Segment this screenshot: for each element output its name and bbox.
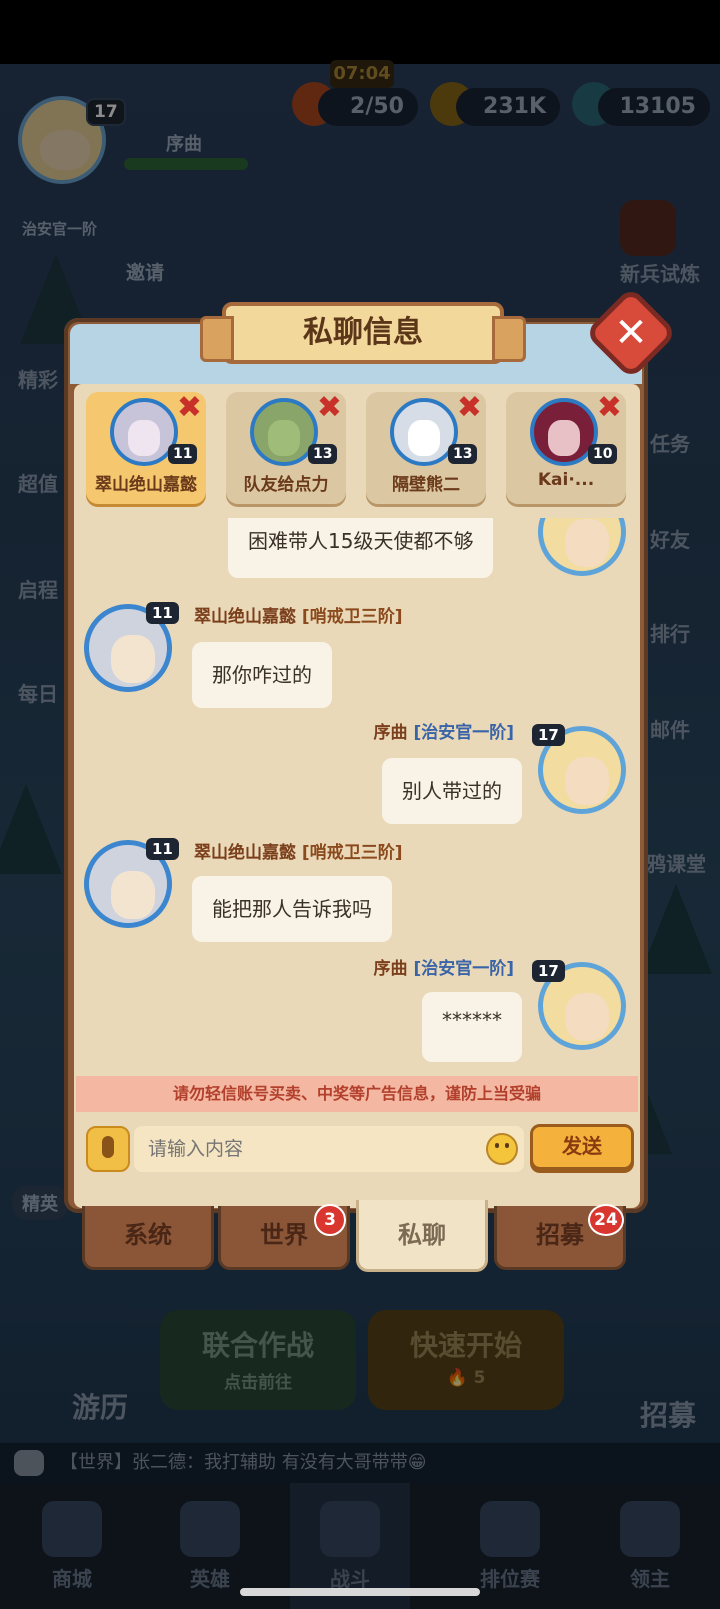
- remove-contact-icon[interactable]: ✖: [597, 390, 622, 425]
- tab-system[interactable]: 系统: [82, 1206, 214, 1270]
- emoji-icon[interactable]: [486, 1133, 518, 1165]
- home-indicator[interactable]: [240, 1588, 480, 1596]
- send-button[interactable]: 发送: [530, 1124, 634, 1170]
- world-unread-badge: 3: [314, 1204, 346, 1236]
- message-bubble: 困难带人15级天使都不够: [228, 518, 494, 578]
- sender-line: 序曲 [治安官一阶]: [373, 959, 514, 979]
- sender-line: 序曲 [治安官一阶]: [373, 723, 514, 743]
- contact-name: 翠山绝山嘉懿: [95, 475, 197, 495]
- contact-level: 10: [588, 444, 618, 464]
- sender-line: 翠山绝山嘉懿 [哨戒卫三阶]: [194, 843, 403, 863]
- contact-name: 队友给点力: [243, 475, 329, 495]
- tab-private[interactable]: 私聊: [356, 1200, 488, 1272]
- message-bubble: 别人带过的: [382, 758, 522, 824]
- contact-tab[interactable]: 11 ✖ 翠山绝山嘉懿: [86, 390, 206, 504]
- contact-name: Kai·...: [537, 470, 595, 490]
- self-avatar: [538, 518, 626, 576]
- scam-warning: 请勿轻信账号买卖、中奖等广告信息，谨防上当受骗: [76, 1076, 638, 1112]
- contact-name: 隔壁熊二: [392, 475, 460, 495]
- contact-tab[interactable]: 10 ✖ Kai·...: [506, 390, 626, 504]
- contact-level: 13: [448, 444, 478, 464]
- microphone-icon[interactable]: [86, 1126, 130, 1172]
- sender-line: 翠山绝山嘉懿 [哨戒卫三阶]: [194, 607, 403, 627]
- chat-input-row: 发送: [76, 1120, 638, 1176]
- remove-contact-icon[interactable]: ✖: [177, 390, 202, 425]
- recruit-unread-badge: 24: [588, 1204, 624, 1236]
- message-list[interactable]: 困难带人15级天使都不够 11 翠山绝山嘉懿 [哨戒卫三阶] 那你咋过的 序曲 …: [76, 518, 638, 1076]
- contact-level: 13: [308, 444, 338, 464]
- sender-level: 17: [532, 960, 565, 982]
- sender-level: 17: [532, 724, 565, 746]
- remove-contact-icon[interactable]: ✖: [457, 390, 482, 425]
- contact-tab[interactable]: 13 ✖ 隔壁熊二: [366, 390, 486, 504]
- sender-level: 11: [146, 602, 179, 624]
- contact-tab[interactable]: 13 ✖ 队友给点力: [226, 390, 346, 504]
- sender-level: 11: [146, 838, 179, 860]
- close-icon: ✕: [614, 310, 648, 356]
- contact-level: 11: [168, 444, 198, 464]
- chat-input[interactable]: [134, 1126, 524, 1172]
- contact-list: 11 ✖ 翠山绝山嘉懿 13 ✖ 队友给点力 13 ✖ 隔壁熊二 10 ✖ Ka…: [80, 390, 636, 504]
- remove-contact-icon[interactable]: ✖: [317, 390, 342, 425]
- dialog-title: 私聊信息: [200, 302, 526, 364]
- message-bubble: 能把那人告诉我吗: [192, 876, 392, 942]
- message-bubble: ******: [422, 992, 522, 1062]
- message-bubble: 那你咋过的: [192, 642, 332, 708]
